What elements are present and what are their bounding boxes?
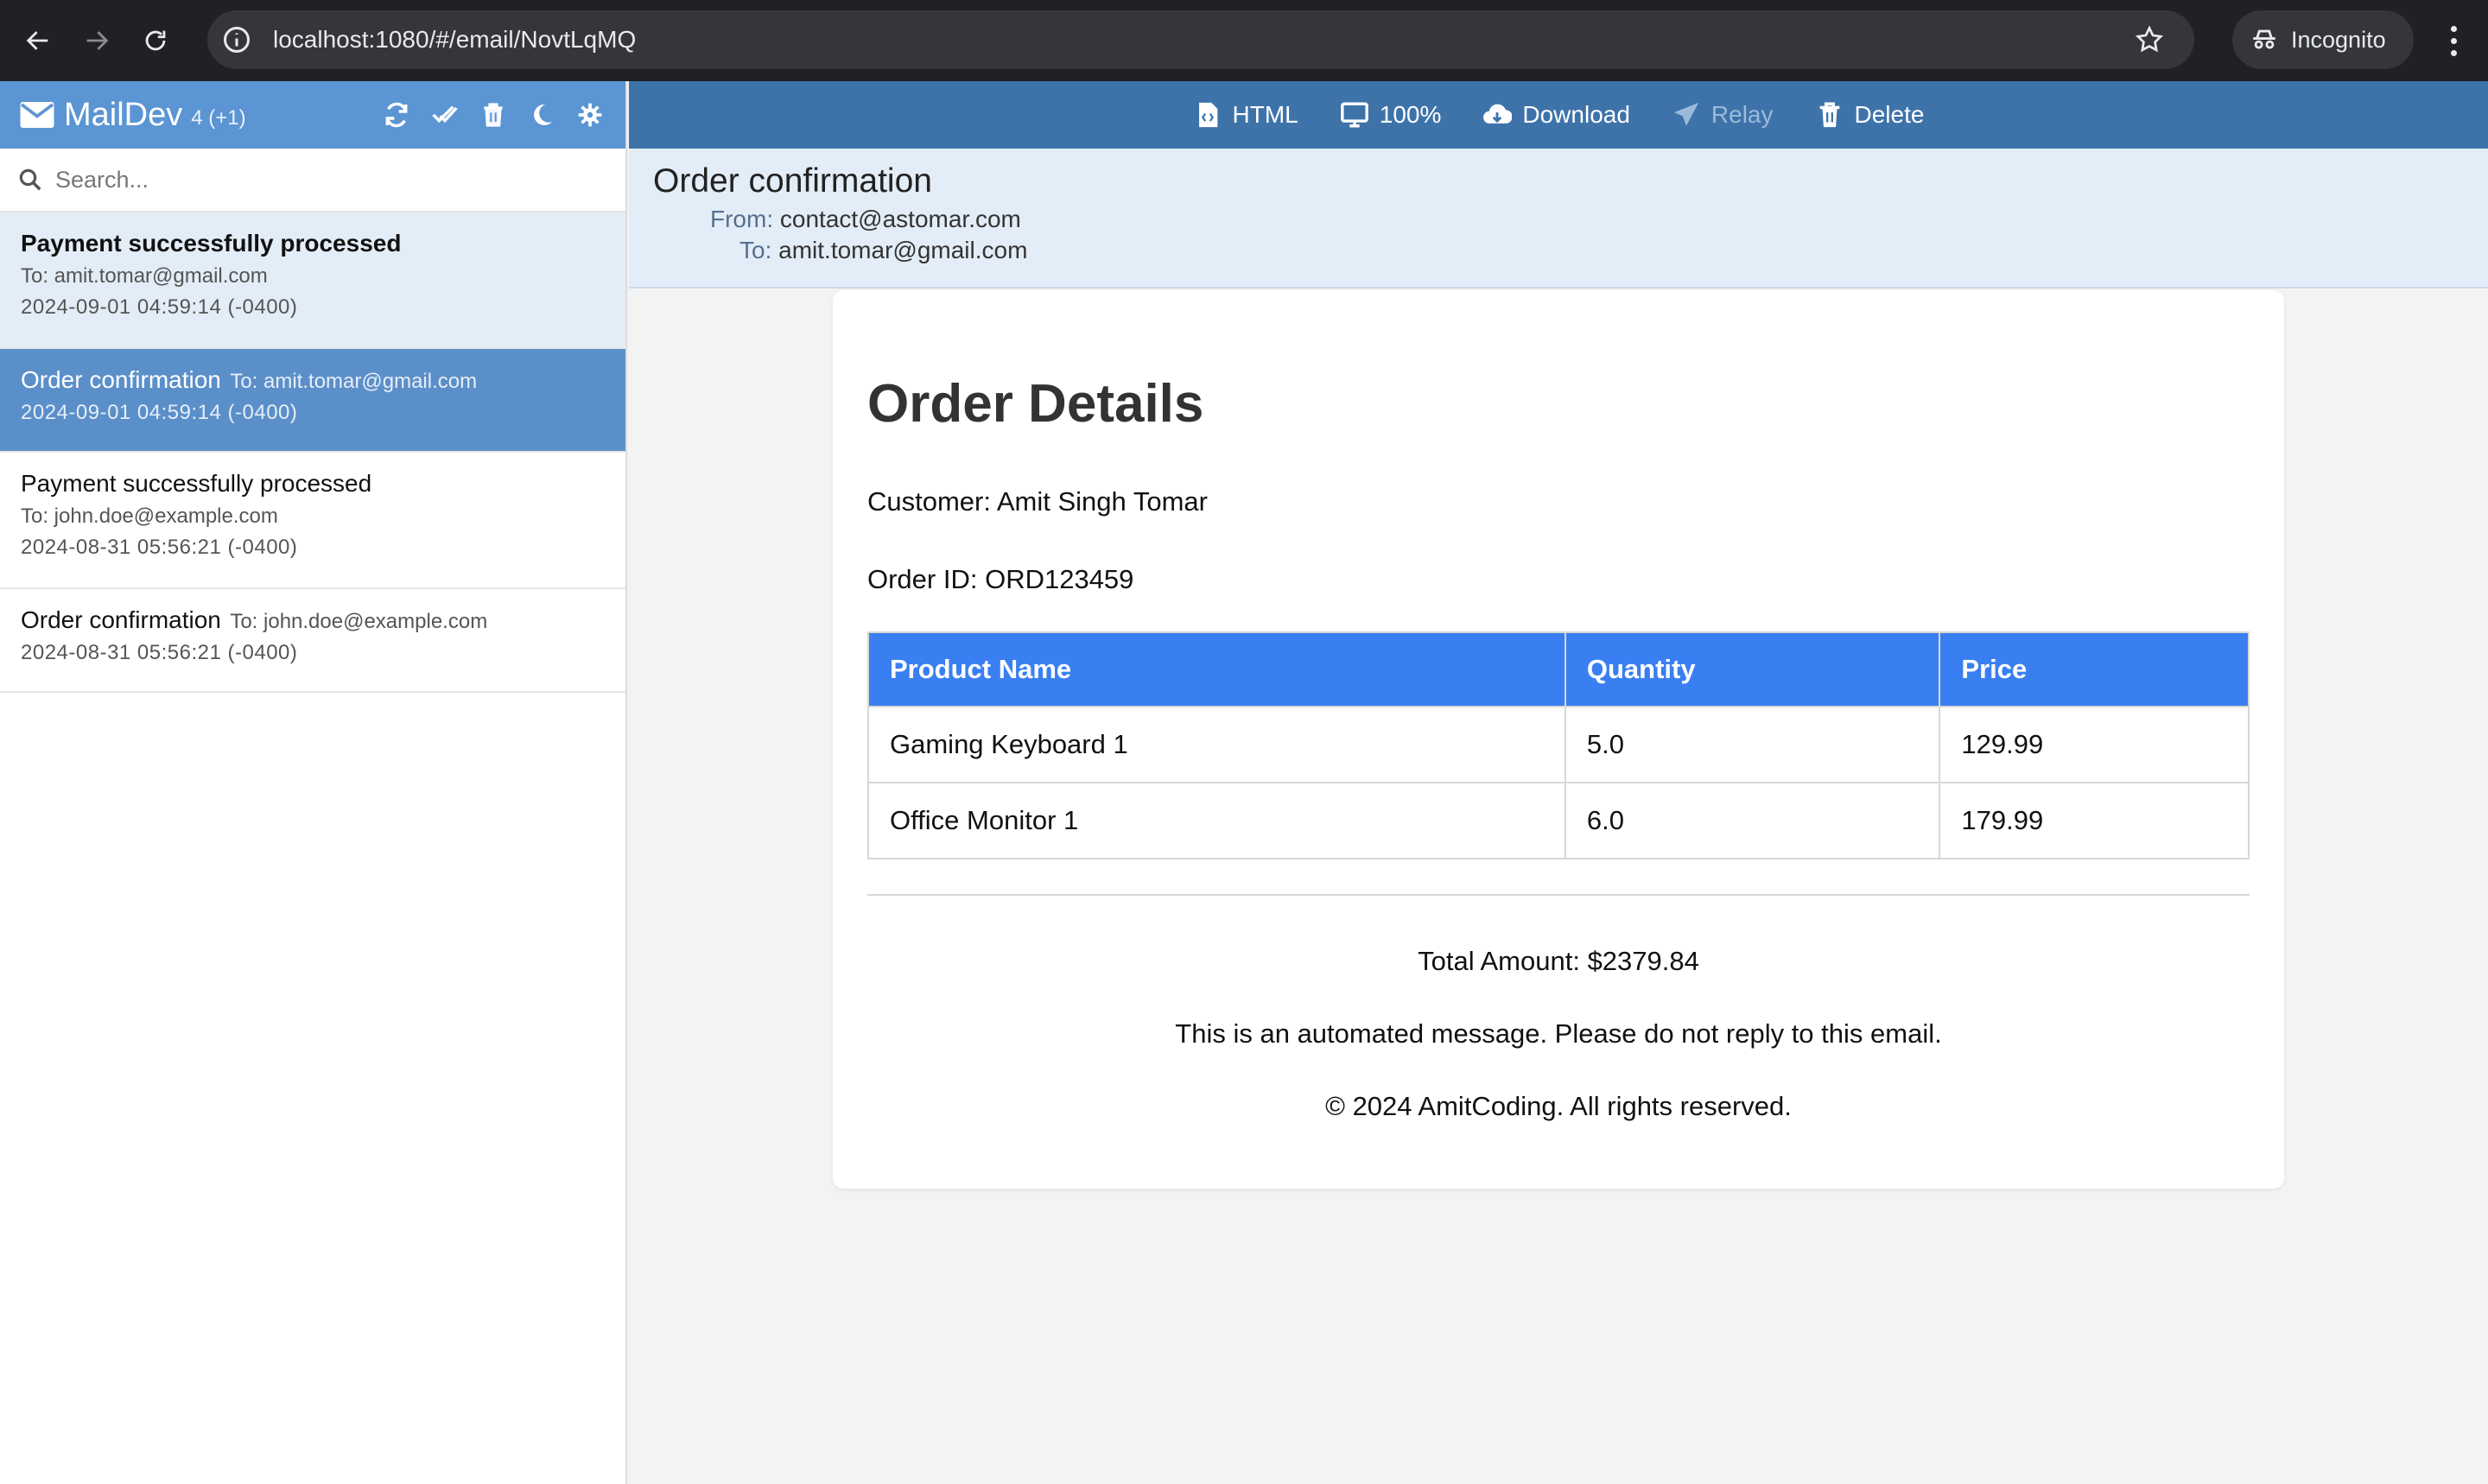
relay-button[interactable]: Relay <box>1672 100 1774 130</box>
email-list-item-selected[interactable]: Order confirmation To: amit.tomar@gmail.… <box>0 349 625 453</box>
gear-icon <box>578 103 602 127</box>
customer-line: Customer: Amit Singh Tomar <box>867 486 1208 517</box>
incognito-badge[interactable]: Incognito <box>2232 10 2414 69</box>
to-label: To: <box>739 237 772 263</box>
price-cell: 129.99 <box>1939 706 2250 783</box>
mark-all-read-button[interactable] <box>428 98 461 131</box>
email-to-row: To: amit.tomar@gmail.com <box>653 237 2488 264</box>
back-button[interactable] <box>17 20 59 61</box>
email-date: 2024-08-31 05:56:21 (-0400) <box>21 536 298 559</box>
email-toolbar: HTML 100% Download Relay Delete <box>629 81 2488 149</box>
quantity-cell: 5.0 <box>1564 706 1941 783</box>
email-subject: Order confirmation <box>21 606 221 633</box>
order-id-line: Order ID: ORD123459 <box>867 564 1134 594</box>
reload-icon <box>145 30 166 51</box>
refresh-button[interactable] <box>380 98 413 131</box>
arrow-left-icon <box>26 31 48 50</box>
url-text[interactable]: localhost:1080/#/email/NovtLqMQ <box>273 26 636 54</box>
email-viewer: HTML 100% Download Relay Delete Order co… <box>629 81 2488 1484</box>
envelope-icon <box>20 102 54 128</box>
email-recipient: To: john.doe@example.com <box>230 610 488 633</box>
incognito-icon <box>2253 29 2275 49</box>
copyright: © 2024 AmitCoding. All rights reserved. <box>1325 1091 1792 1121</box>
reload-button[interactable] <box>135 20 176 61</box>
sidebar: MailDev 4 (+1) Payment successfully proc… <box>0 81 627 1484</box>
delete-all-button[interactable] <box>477 98 510 131</box>
app-title: MailDev <box>64 96 183 133</box>
search-input[interactable] <box>55 166 574 193</box>
download-button[interactable]: Download <box>1482 100 1630 130</box>
html-button[interactable]: HTML <box>1193 100 1298 130</box>
star-icon[interactable] <box>2134 24 2165 55</box>
incognito-label: Incognito <box>2291 26 2386 53</box>
email-recipient: To: john.doe@example.com <box>21 504 278 528</box>
email-body: Order Details Customer: Amit Singh Tomar… <box>833 290 2284 1189</box>
settings-button[interactable] <box>574 98 606 131</box>
email-recipient: To: amit.tomar@gmail.com <box>21 264 268 288</box>
email-list-item[interactable]: Payment successfully processed To: amit.… <box>0 212 625 349</box>
delete-button[interactable]: Delete <box>1815 100 1925 130</box>
table-row: Gaming Keyboard 1 5.0 129.99 <box>867 706 2250 783</box>
table-header-row: Product Name Quantity Price <box>867 631 2250 707</box>
email-date: 2024-09-01 04:59:14 (-0400) <box>21 295 298 319</box>
column-header: Quantity <box>1564 631 1941 707</box>
email-subject: Order confirmation <box>21 366 221 393</box>
dark-mode-button[interactable] <box>525 98 558 131</box>
column-header: Product Name <box>867 631 1566 707</box>
email-header: Order confirmation From: contact@astomar… <box>629 149 2488 289</box>
zoom-label: 100% <box>1379 101 1442 128</box>
email-recipient: To: amit.tomar@gmail.com <box>230 370 478 393</box>
to-address: amit.tomar@gmail.com <box>778 237 1028 263</box>
forward-button[interactable] <box>76 20 117 61</box>
search-bar <box>0 149 625 212</box>
search-icon <box>19 168 41 191</box>
monitor-icon <box>1340 102 1368 128</box>
email-date: 2024-09-01 04:59:14 (-0400) <box>21 401 298 424</box>
browser-menu-button[interactable] <box>2436 19 2471 62</box>
moon-icon <box>534 104 552 125</box>
column-header: Price <box>1939 631 2250 707</box>
info-icon[interactable] <box>221 24 252 55</box>
html-label: HTML <box>1232 101 1298 128</box>
address-bar[interactable]: localhost:1080/#/email/NovtLqMQ <box>207 10 2194 69</box>
order-details-title: Order Details <box>867 374 1204 434</box>
price-cell: 179.99 <box>1939 782 2250 859</box>
automated-note: This is an automated message. Please do … <box>1175 1018 1942 1049</box>
email-date: 2024-08-31 05:56:21 (-0400) <box>21 641 298 664</box>
email-subject: Payment successfully processed <box>21 470 372 497</box>
product-name-cell: Office Monitor 1 <box>867 782 1566 859</box>
email-subject: Payment successfully processed <box>21 230 402 257</box>
from-label: From: <box>710 206 774 232</box>
code-file-icon <box>1198 102 1217 128</box>
email-subject-heading: Order confirmation <box>653 162 932 200</box>
cloud-download-icon <box>1483 104 1513 124</box>
total-amount: Total Amount: $2379.84 <box>1418 946 1699 976</box>
email-list-item[interactable]: Payment successfully processed To: john.… <box>0 453 625 589</box>
trash-icon <box>484 103 503 127</box>
table-row: Office Monitor 1 6.0 179.99 <box>867 782 2250 859</box>
relay-label: Relay <box>1710 101 1774 128</box>
email-from-row: From: contact@astomar.com <box>653 206 2488 233</box>
products-table: Product Name Quantity Price Gaming Keybo… <box>867 631 2250 859</box>
divider <box>867 894 2250 896</box>
zoom-button[interactable]: 100% <box>1340 100 1442 130</box>
paper-plane-icon <box>1673 102 1699 126</box>
email-list-item[interactable]: Order confirmation To: john.doe@example.… <box>0 589 625 693</box>
refresh-icon <box>385 102 408 128</box>
product-name-cell: Gaming Keyboard 1 <box>867 706 1566 783</box>
email-count: 4 (+1) <box>191 106 246 130</box>
sidebar-header: MailDev 4 (+1) <box>0 81 625 149</box>
download-label: Download <box>1522 101 1630 128</box>
double-check-icon <box>432 105 458 124</box>
quantity-cell: 6.0 <box>1564 782 1941 859</box>
browser-toolbar: localhost:1080/#/email/NovtLqMQ Incognit… <box>0 0 2488 81</box>
arrow-right-icon <box>86 31 109 50</box>
delete-label: Delete <box>1854 101 1925 128</box>
from-address: contact@astomar.com <box>779 206 1021 232</box>
trash-icon <box>1819 102 1839 128</box>
